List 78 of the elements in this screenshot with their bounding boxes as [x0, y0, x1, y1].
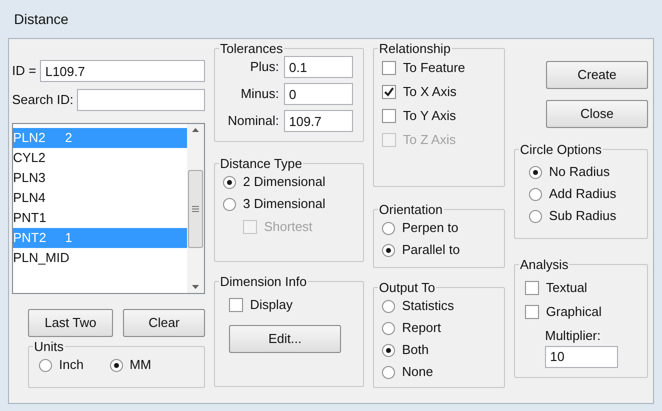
scrollbar[interactable] — [187, 124, 204, 293]
checkbox-label: Display — [250, 296, 293, 314]
checkbox-label: Shortest — [264, 218, 312, 236]
radio-label: No Radius — [549, 163, 610, 182]
radio-button[interactable] — [382, 366, 395, 378]
push-button[interactable]: Last Two — [28, 309, 113, 337]
group-label: Relationship — [378, 41, 452, 56]
list-item[interactable]: PLN3 — [13, 168, 187, 188]
radio-label: 3 Dimensional — [243, 195, 326, 214]
group-label: Dimension Info — [219, 274, 308, 289]
radio-button[interactable] — [529, 166, 542, 178]
radio-button[interactable] — [382, 300, 395, 312]
push-button[interactable]: Edit... — [229, 325, 341, 353]
field-label: Plus: — [250, 58, 279, 76]
check-icon — [384, 87, 394, 97]
scroll-thumb[interactable] — [188, 170, 203, 248]
list-item[interactable]: PNT1 — [13, 208, 187, 228]
field-label: Minus: — [240, 85, 279, 104]
radio-button[interactable] — [382, 244, 395, 256]
radio-button[interactable] — [223, 176, 236, 188]
group-label: Orientation — [378, 202, 444, 217]
field-label: Multiplier: — [545, 327, 602, 345]
list-item[interactable]: PLN4 — [13, 188, 187, 208]
radio-button[interactable] — [382, 322, 395, 334]
group-label: Analysis — [519, 257, 570, 272]
radio-label: Inch — [59, 356, 84, 374]
radio-label: Parallel to — [402, 241, 460, 260]
checkbox[interactable] — [229, 298, 243, 312]
push-button[interactable]: Close — [546, 100, 648, 128]
checkbox-label: To X Axis — [403, 83, 456, 102]
radio-button[interactable] — [529, 210, 542, 222]
group-label: Output To — [378, 280, 436, 295]
checkbox-label: Graphical — [546, 303, 602, 322]
checkbox[interactable] — [382, 85, 396, 99]
radio-label: Add Radius — [549, 185, 616, 204]
radio-label: Statistics — [402, 297, 454, 316]
scroll-down-icon[interactable] — [192, 285, 199, 289]
group-label: Circle Options — [519, 142, 603, 157]
grip-icon — [192, 206, 199, 212]
text-field[interactable] — [77, 89, 205, 111]
radio-label: Sub Radius — [549, 207, 616, 226]
checkbox[interactable] — [382, 109, 396, 123]
radio-label: None — [402, 363, 434, 382]
group-label: Distance Type — [219, 156, 304, 171]
list-item[interactable]: PLN_MID — [13, 248, 187, 268]
checkbox-label: To Z Axis — [403, 131, 456, 150]
radio-label: MM — [130, 356, 152, 374]
radio-label: Both — [402, 341, 429, 360]
checkbox[interactable] — [525, 281, 539, 295]
group-label: Tolerances — [219, 41, 284, 56]
scroll-up-icon[interactable] — [192, 128, 199, 132]
checkbox[interactable] — [382, 61, 396, 75]
radio-label: Perpen to — [402, 219, 458, 238]
field-label: Search ID: — [12, 91, 74, 110]
radio-button[interactable] — [529, 188, 542, 200]
radio-label: Report — [402, 319, 442, 338]
window-title: Distance — [14, 10, 68, 28]
radio-button[interactable] — [382, 344, 395, 356]
push-button[interactable]: Create — [546, 61, 648, 89]
text-field[interactable]: 10 — [545, 346, 618, 368]
radio-button[interactable] — [382, 222, 395, 234]
checkbox-label: To Y Axis — [403, 107, 456, 126]
field-label: ID = — [12, 62, 36, 80]
radio-button[interactable] — [223, 198, 236, 210]
text-field[interactable]: 0.1 — [284, 56, 353, 78]
text-field[interactable]: L109.7 — [40, 60, 205, 82]
text-field[interactable]: 0 — [284, 83, 353, 105]
radio-button[interactable] — [39, 358, 52, 372]
field-label: Nominal: — [228, 112, 279, 130]
checkbox-label: To Feature — [403, 59, 466, 78]
group-label: Units — [33, 339, 65, 354]
checkbox-label: Textual — [546, 279, 588, 298]
text-field[interactable]: 109.7 — [284, 110, 353, 132]
list-item[interactable]: CYL2 — [13, 148, 187, 168]
radio-label: 2 Dimensional — [243, 173, 326, 192]
push-button[interactable]: Clear — [123, 309, 205, 337]
radio-button[interactable] — [110, 358, 123, 372]
checkbox[interactable] — [525, 305, 539, 319]
